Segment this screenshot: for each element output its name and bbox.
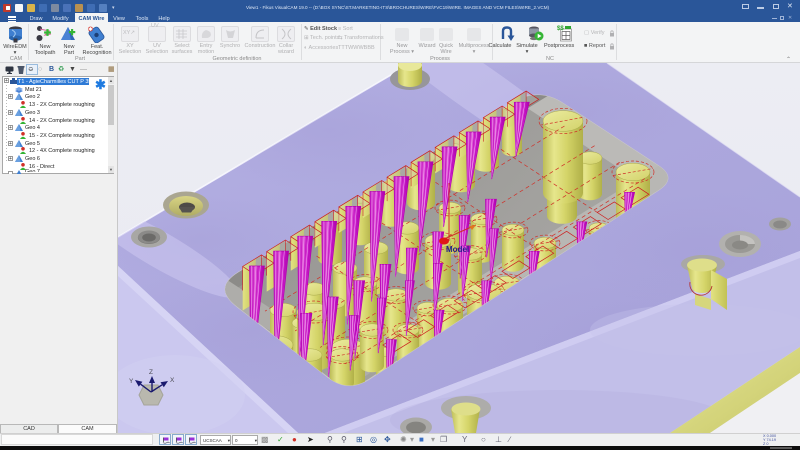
svg-text:$$: $$ xyxy=(557,26,564,32)
svg-text:X: X xyxy=(170,377,175,384)
svg-text:Model: Model xyxy=(446,245,469,254)
svg-text:Y: Y xyxy=(129,378,134,385)
svg-text:Z: Z xyxy=(149,369,153,376)
